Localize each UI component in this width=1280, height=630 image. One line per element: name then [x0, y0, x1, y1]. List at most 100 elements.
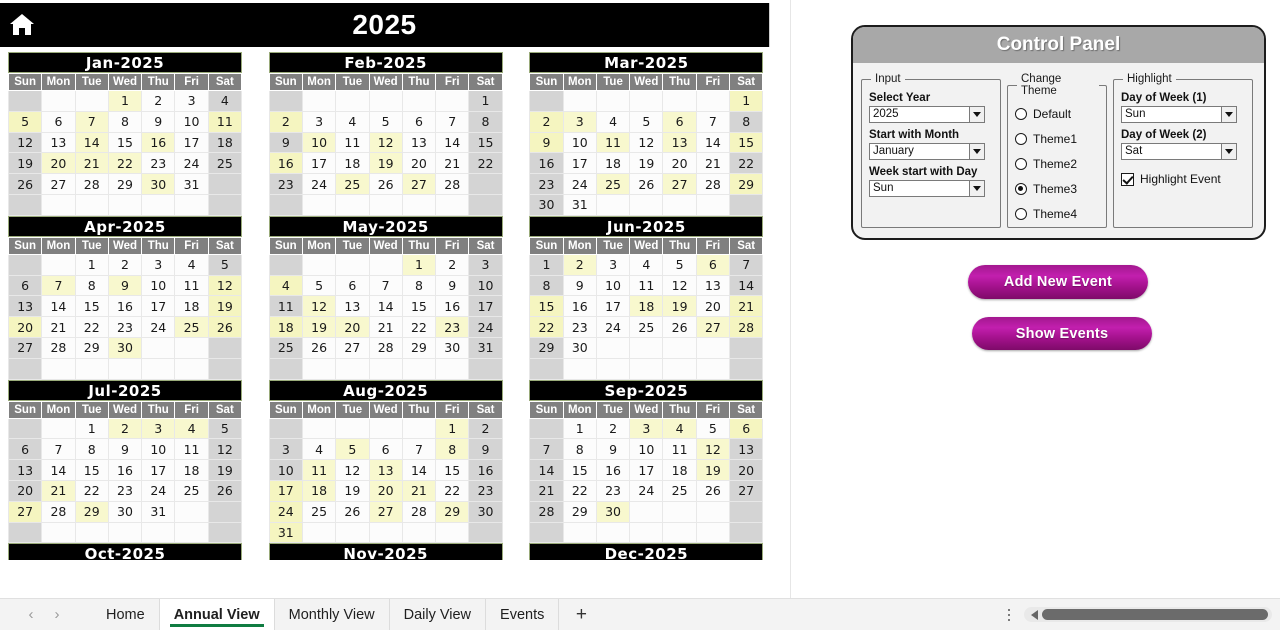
- chevron-down-icon[interactable]: [969, 144, 984, 159]
- day-cell[interactable]: 18: [207, 131, 243, 154]
- day-cell[interactable]: 14: [695, 131, 731, 154]
- day-cell[interactable]: 14: [401, 459, 437, 481]
- day-cell[interactable]: 28: [41, 336, 76, 359]
- day-cell[interactable]: 4: [174, 417, 209, 440]
- day-cell[interactable]: 8: [107, 110, 143, 133]
- day-cell[interactable]: 19: [368, 152, 403, 175]
- day-cell[interactable]: 26: [662, 316, 697, 338]
- empty-day-cell[interactable]: [174, 500, 209, 523]
- sheet-tab-daily-view[interactable]: Daily View: [390, 598, 487, 630]
- empty-day-cell[interactable]: [301, 193, 337, 216]
- day-cell[interactable]: 18: [174, 459, 209, 481]
- day-cell[interactable]: 20: [368, 479, 403, 502]
- day-cell[interactable]: 25: [662, 479, 697, 502]
- day-cell[interactable]: 6: [335, 274, 370, 297]
- day-cell[interactable]: 17: [268, 479, 303, 502]
- day-cell[interactable]: 27: [401, 173, 437, 195]
- day-cell[interactable]: 4: [595, 110, 631, 133]
- day-cell[interactable]: 18: [335, 152, 370, 175]
- chevron-down-icon[interactable]: [969, 107, 984, 122]
- empty-day-cell[interactable]: [595, 336, 631, 359]
- more-options-icon[interactable]: [1000, 599, 1018, 630]
- day-cell[interactable]: 5: [368, 110, 403, 133]
- day-cell[interactable]: 25: [268, 336, 303, 359]
- day-cell[interactable]: 2: [141, 90, 176, 112]
- day-cell[interactable]: 14: [74, 131, 109, 154]
- day-cell[interactable]: 26: [335, 500, 370, 523]
- chevron-down-icon[interactable]: [969, 181, 984, 196]
- theme-option-theme1[interactable]: Theme1: [1015, 126, 1099, 151]
- day-cell[interactable]: 20: [7, 316, 43, 338]
- chevron-down-icon[interactable]: [1221, 107, 1236, 122]
- horizontal-scrollbar[interactable]: [1024, 607, 1272, 622]
- select-year-dropdown[interactable]: 2025: [869, 106, 985, 123]
- day-cell[interactable]: 11: [207, 110, 243, 133]
- day-cell[interactable]: 9: [107, 274, 143, 297]
- day-cell[interactable]: 5: [335, 438, 370, 461]
- day-cell[interactable]: 14: [729, 274, 764, 297]
- day-cell[interactable]: 8: [74, 274, 109, 297]
- day-cell[interactable]: 4: [335, 110, 370, 133]
- day-cell[interactable]: 28: [729, 316, 764, 338]
- empty-day-cell[interactable]: [107, 521, 143, 544]
- day-cell[interactable]: 15: [74, 459, 109, 481]
- day-cell[interactable]: 24: [595, 316, 631, 338]
- day-cell[interactable]: 23: [107, 479, 143, 502]
- empty-day-cell[interactable]: [562, 90, 597, 112]
- empty-day-cell[interactable]: [695, 336, 731, 359]
- empty-day-cell[interactable]: [401, 357, 437, 380]
- day-cell[interactable]: 29: [107, 173, 143, 195]
- day-cell[interactable]: 7: [729, 253, 764, 276]
- day-cell[interactable]: 12: [335, 459, 370, 481]
- day-cell[interactable]: 8: [74, 438, 109, 461]
- day-cell[interactable]: 21: [695, 152, 731, 175]
- day-cell[interactable]: 27: [368, 500, 403, 523]
- empty-day-cell[interactable]: [435, 90, 470, 112]
- empty-day-cell[interactable]: [368, 521, 403, 544]
- theme-option-theme3[interactable]: Theme3: [1015, 176, 1099, 201]
- add-sheet-button[interactable]: +: [559, 604, 603, 626]
- empty-day-cell[interactable]: [368, 357, 403, 380]
- day-cell[interactable]: 10: [268, 459, 303, 481]
- empty-day-cell[interactable]: [207, 173, 243, 195]
- empty-day-cell[interactable]: [41, 357, 76, 380]
- empty-day-cell[interactable]: [107, 193, 143, 216]
- day-cell[interactable]: 12: [629, 131, 664, 154]
- empty-day-cell[interactable]: [7, 90, 43, 112]
- day-cell[interactable]: 15: [729, 131, 764, 154]
- highlight-event-checkbox[interactable]: [1121, 172, 1134, 186]
- empty-day-cell[interactable]: [529, 90, 564, 112]
- day-cell[interactable]: 18: [174, 295, 209, 318]
- empty-day-cell[interactable]: [41, 521, 76, 544]
- day-cell[interactable]: 13: [335, 295, 370, 318]
- day-cell[interactable]: 10: [301, 131, 337, 154]
- day-cell[interactable]: 5: [301, 274, 337, 297]
- day-cell[interactable]: 15: [435, 459, 470, 481]
- day-cell[interactable]: 8: [729, 110, 764, 133]
- day-cell[interactable]: 8: [562, 438, 597, 461]
- day-cell[interactable]: 25: [174, 479, 209, 502]
- day-cell[interactable]: 11: [335, 131, 370, 154]
- day-cell[interactable]: 29: [74, 336, 109, 359]
- empty-day-cell[interactable]: [107, 357, 143, 380]
- day-cell[interactable]: 22: [468, 152, 503, 175]
- empty-day-cell[interactable]: [74, 90, 109, 112]
- empty-day-cell[interactable]: [268, 253, 303, 276]
- empty-day-cell[interactable]: [562, 521, 597, 544]
- day-cell[interactable]: 22: [74, 479, 109, 502]
- day-cell[interactable]: 22: [435, 479, 470, 502]
- day-of-week-2-dropdown[interactable]: Sat: [1121, 143, 1237, 160]
- day-cell[interactable]: 5: [207, 417, 243, 440]
- day-cell[interactable]: 27: [729, 479, 764, 502]
- empty-day-cell[interactable]: [595, 521, 631, 544]
- day-cell[interactable]: 12: [7, 131, 43, 154]
- empty-day-cell[interactable]: [529, 357, 564, 380]
- day-cell[interactable]: 28: [435, 173, 470, 195]
- day-cell[interactable]: 31: [562, 193, 597, 216]
- highlight-event-row[interactable]: Highlight Event: [1121, 172, 1245, 186]
- radio-button[interactable]: [1015, 107, 1027, 120]
- day-cell[interactable]: 16: [435, 295, 470, 318]
- empty-day-cell[interactable]: [335, 357, 370, 380]
- day-cell[interactable]: 4: [207, 90, 243, 112]
- day-cell[interactable]: 18: [629, 295, 664, 318]
